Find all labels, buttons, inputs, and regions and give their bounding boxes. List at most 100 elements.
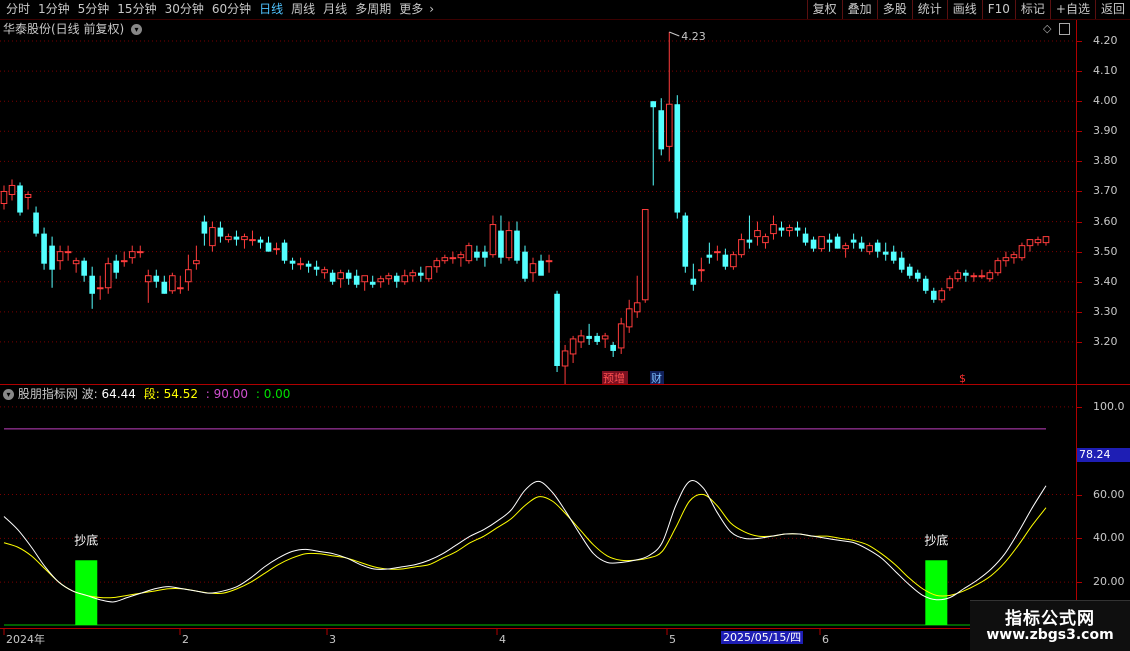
candle bbox=[297, 257, 304, 270]
candle bbox=[361, 275, 368, 291]
candle-body bbox=[914, 272, 921, 279]
candle-body bbox=[0, 190, 8, 205]
candle bbox=[922, 275, 929, 294]
candle bbox=[482, 245, 488, 267]
price-axis-label: 4.00 bbox=[1093, 94, 1118, 108]
toolbar-button-7[interactable]: +自选 bbox=[1049, 0, 1095, 19]
period-tab-3[interactable]: 15分钟 bbox=[113, 0, 160, 19]
event-tag: $ bbox=[959, 372, 966, 384]
candle-body bbox=[265, 242, 272, 252]
period-tab-0[interactable]: 分时 bbox=[2, 0, 34, 19]
toolbar-button-0[interactable]: 复权 bbox=[806, 0, 842, 19]
candle-body bbox=[56, 251, 64, 262]
toolbar-button-5[interactable]: F10 bbox=[981, 0, 1015, 19]
candle-body bbox=[482, 251, 488, 258]
period-tab-6[interactable]: 日线 bbox=[255, 0, 287, 19]
toolbar-button-8[interactable]: 返回 bbox=[1094, 0, 1130, 19]
period-tab-10[interactable]: 更多 bbox=[395, 0, 427, 19]
candle bbox=[529, 257, 537, 282]
wave-series bbox=[3, 479, 1047, 603]
candle-body bbox=[674, 104, 681, 213]
indicator-axis-tick bbox=[1077, 538, 1082, 540]
candle bbox=[658, 98, 665, 156]
candle-body bbox=[209, 227, 216, 247]
toolbar-button-4[interactable]: 画线 bbox=[946, 0, 982, 19]
candle-body bbox=[842, 245, 849, 250]
candle-body bbox=[1010, 254, 1018, 259]
period-tab-1[interactable]: 1分钟 bbox=[34, 0, 74, 19]
period-tab-5[interactable]: 60分钟 bbox=[208, 0, 255, 19]
candle bbox=[185, 254, 192, 291]
candle bbox=[625, 299, 633, 333]
indicator-axis-tick bbox=[1077, 494, 1082, 496]
cursor-date: 2025/05/15/四 bbox=[721, 631, 804, 644]
candle-body bbox=[778, 227, 785, 231]
candle bbox=[514, 221, 520, 264]
toolbar-button-3[interactable]: 统计 bbox=[911, 0, 947, 19]
date-label: 5 bbox=[669, 633, 676, 646]
candle-body bbox=[714, 251, 721, 254]
candle-body bbox=[954, 272, 962, 280]
candle bbox=[770, 215, 777, 240]
indicator-axis-label: 100.0 bbox=[1093, 399, 1125, 413]
indicator-panel[interactable]: ▾ 股朋指标网 波: 64.44 段: 54.52 : 90.00 : 0.00… bbox=[0, 385, 1075, 628]
price-axis-label: 3.20 bbox=[1093, 334, 1118, 348]
candle-body bbox=[8, 184, 16, 195]
candle-body bbox=[1018, 245, 1026, 259]
candle bbox=[457, 251, 465, 267]
candle bbox=[177, 275, 184, 294]
toolbar-button-2[interactable]: 多股 bbox=[876, 0, 912, 19]
candle-body bbox=[802, 233, 809, 243]
period-tab-2[interactable]: 5分钟 bbox=[74, 0, 114, 19]
candle-body bbox=[545, 260, 553, 263]
candle bbox=[72, 257, 80, 273]
candle-body bbox=[810, 239, 817, 249]
candle-body bbox=[449, 257, 457, 260]
candle-body bbox=[554, 293, 560, 366]
candle-body bbox=[858, 242, 865, 249]
date-label: 2024年 bbox=[6, 632, 45, 646]
candle bbox=[120, 251, 128, 267]
candle-body bbox=[128, 251, 136, 259]
candle-body bbox=[321, 269, 328, 274]
period-tab-8[interactable]: 月线 bbox=[319, 0, 351, 19]
candle-body bbox=[144, 275, 152, 283]
candle bbox=[826, 233, 833, 252]
candle-body bbox=[641, 209, 649, 301]
candle-body bbox=[970, 275, 978, 278]
toolbar-button-1[interactable]: 叠加 bbox=[841, 0, 877, 19]
chevron-right-icon[interactable]: › bbox=[427, 0, 436, 19]
candle bbox=[329, 269, 336, 285]
candle bbox=[353, 269, 360, 288]
candlestick-panel[interactable]: 华泰股份(日线 前复权) ▾ ◇ 4.233.03预增财$ bbox=[0, 20, 1075, 384]
price-axis-tick bbox=[1077, 251, 1082, 253]
candle bbox=[706, 242, 713, 264]
candle bbox=[409, 269, 417, 282]
candle-body bbox=[337, 272, 344, 280]
candle-body bbox=[994, 260, 1002, 274]
candle bbox=[193, 245, 200, 270]
candle-body bbox=[361, 275, 368, 283]
candle-body bbox=[377, 278, 385, 283]
period-tab-4[interactable]: 30分钟 bbox=[161, 0, 208, 19]
candle bbox=[898, 251, 905, 273]
candle-body bbox=[898, 257, 905, 270]
period-tabs: 分时 1分钟 5分钟 15分钟 30分钟 60分钟 日线 周线 月线 多周期 更多 › bbox=[2, 0, 436, 19]
candle-body bbox=[577, 335, 585, 343]
period-tab-9[interactable]: 多周期 bbox=[351, 0, 395, 19]
candle-body bbox=[474, 251, 480, 258]
price-axis-label: 3.40 bbox=[1093, 274, 1118, 288]
price-axis-label: 3.80 bbox=[1093, 154, 1118, 168]
period-tab-7[interactable]: 周线 bbox=[287, 0, 319, 19]
candle bbox=[104, 257, 112, 294]
candle-body bbox=[770, 224, 777, 235]
high-marker-line bbox=[669, 31, 680, 37]
price-axis-label: 4.20 bbox=[1093, 34, 1118, 48]
candle bbox=[601, 332, 609, 348]
candle bbox=[890, 245, 897, 264]
candle bbox=[0, 185, 8, 210]
candle bbox=[954, 269, 962, 282]
candle-body bbox=[329, 272, 336, 282]
toolbar-button-6[interactable]: 标记 bbox=[1014, 0, 1050, 19]
candle bbox=[738, 233, 745, 258]
